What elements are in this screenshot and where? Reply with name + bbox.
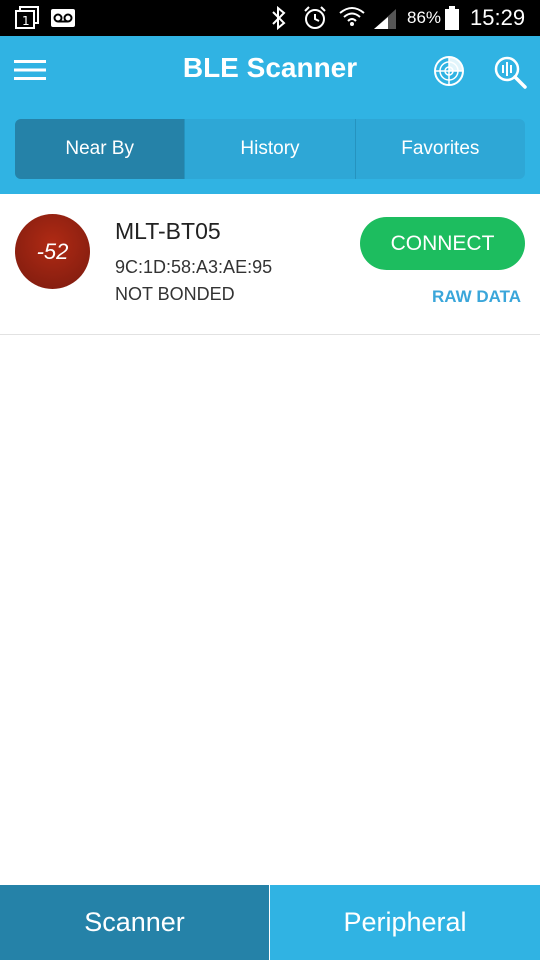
radar-icon (434, 56, 464, 86)
device-name: MLT-BT05 (115, 218, 221, 244)
tab-near-by[interactable]: Near By (15, 119, 185, 179)
rssi-badge: -52 (15, 214, 90, 289)
clock: 15:29 (470, 5, 526, 30)
device-mac-address: 9C:1D:58:A3:AE:95 (115, 257, 273, 277)
search-button[interactable] (492, 54, 528, 90)
tab-history[interactable]: History (184, 119, 354, 179)
peripheral-tab[interactable]: Peripheral (269, 885, 540, 960)
voicemail-icon (51, 9, 75, 27)
search-icon (494, 56, 527, 89)
bottom-nav: Scanner Peripheral (0, 885, 540, 960)
status-bar: 1 86% 15:29 (0, 0, 540, 36)
svg-text:1: 1 (22, 14, 30, 28)
raw-data-link[interactable]: RAW DATA (432, 287, 521, 307)
device-bond-state: NOT BONDED (115, 284, 235, 304)
alarm-icon (304, 6, 326, 29)
bluetooth-icon (272, 6, 286, 30)
tab-bar: Near By History Favorites (15, 119, 525, 179)
connect-button[interactable]: CONNECT (360, 217, 525, 270)
tab-favorites[interactable]: Favorites (354, 119, 525, 179)
app-bar: BLE Scanner Near By History Favorites (0, 36, 540, 194)
battery-icon (445, 6, 459, 30)
signal-icon (374, 9, 396, 29)
sim-icon: 1 (15, 6, 39, 29)
device-list-item[interactable]: -52 MLT-BT05 9C:1D:58:A3:AE:95 NOT BONDE… (0, 194, 540, 335)
battery-percentage: 86% (407, 8, 442, 27)
scanner-tab[interactable]: Scanner (0, 885, 269, 960)
radar-button[interactable] (432, 54, 466, 88)
wifi-icon (339, 7, 365, 26)
